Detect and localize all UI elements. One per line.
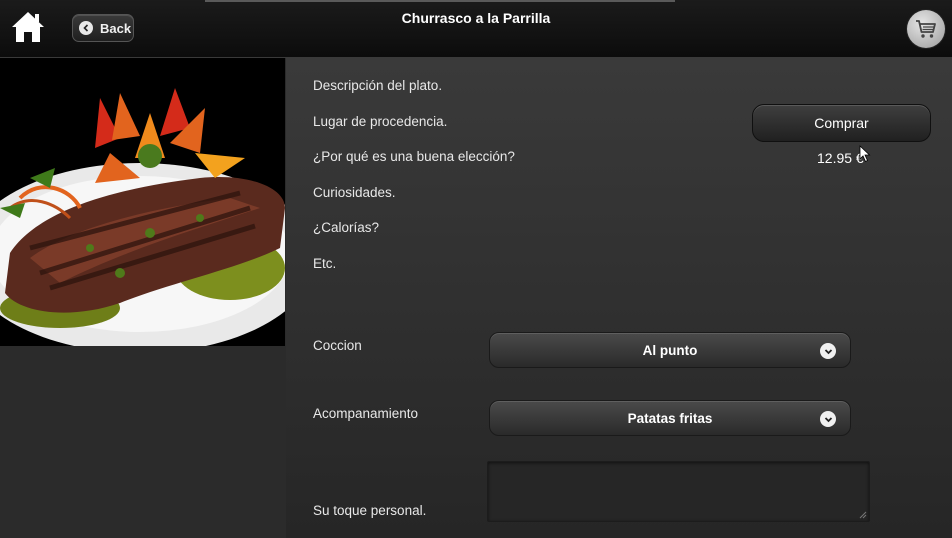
top-bar-highlight (205, 0, 675, 2)
coccion-select[interactable]: Al punto (489, 332, 851, 368)
description-line: Lugar de procedencia. (313, 114, 448, 129)
mouse-cursor-icon (859, 145, 871, 163)
page-title: Churrasco a la Parrilla (401, 10, 551, 26)
resize-handle-icon[interactable] (859, 511, 867, 519)
note-label: Su toque personal. (313, 503, 427, 518)
price-label: 12.95 € (817, 150, 864, 166)
coccion-label: Coccion (313, 338, 362, 353)
top-bar: Back Churrasco a la Parrilla (0, 0, 952, 58)
chevron-down-icon (820, 343, 836, 359)
acompanamiento-label: Acompanamiento (313, 406, 419, 421)
cart-icon[interactable] (907, 10, 945, 48)
acompanamiento-select-value: Patatas fritas (627, 410, 713, 426)
description-line: Etc. (313, 256, 337, 271)
description-line: Curiosidades. (313, 185, 396, 200)
dish-photo (0, 58, 315, 353)
acompanamiento-select[interactable]: Patatas fritas (489, 400, 851, 436)
description-line: Descripción del plato. (313, 78, 443, 93)
buy-button[interactable]: Comprar (752, 104, 931, 142)
description-line: ¿Por qué es una buena elección? (313, 149, 515, 164)
coccion-select-value: Al punto (642, 342, 698, 358)
description-line: ¿Calorías? (313, 220, 380, 235)
personal-note-textarea[interactable] (487, 461, 870, 522)
chevron-down-icon (820, 411, 836, 427)
